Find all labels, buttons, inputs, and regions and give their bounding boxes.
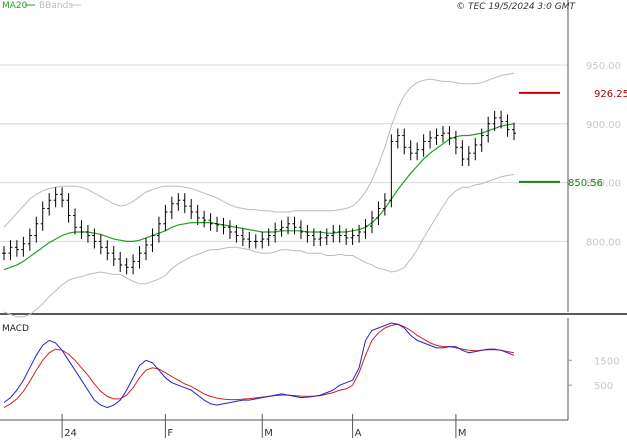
x-tick-label: 24	[64, 428, 77, 439]
x-tick-label: F	[167, 428, 173, 439]
copyright-text: © TEC 19/5/2024 3:0 GMT	[456, 2, 576, 12]
macd-tick-label: 500	[594, 381, 613, 392]
bbands-upper-line	[3, 72, 515, 228]
price-tick-label: 900.00	[586, 120, 621, 131]
price-tick-label: 800.00	[586, 237, 621, 248]
x-tick-label: M	[458, 428, 467, 439]
macd-signal-line	[3, 323, 515, 409]
level-label-1: 850.56	[568, 178, 603, 189]
macd-line	[3, 322, 515, 409]
x-tick-label: M	[264, 428, 273, 439]
x-tick-label: A	[355, 428, 362, 439]
chart-canvas: 950.00900.00850.00800.00926.25850.56MA20…	[0, 0, 627, 439]
legend-bbands-label: BBands	[39, 1, 73, 11]
legend-ma20-label: MA20	[2, 1, 28, 11]
price-tick-label: 950.00	[586, 61, 621, 72]
macd-title: MACD	[2, 324, 29, 334]
bbands-lower-line	[3, 173, 515, 318]
ma20-line	[3, 123, 515, 271]
macd-tick-label: 1500	[594, 356, 619, 367]
level-label-0: 926.25	[594, 89, 627, 100]
stock-chart: 950.00 900.00 850.00 800.00 926.25 850.56 MA20…	[0, 0, 627, 440]
